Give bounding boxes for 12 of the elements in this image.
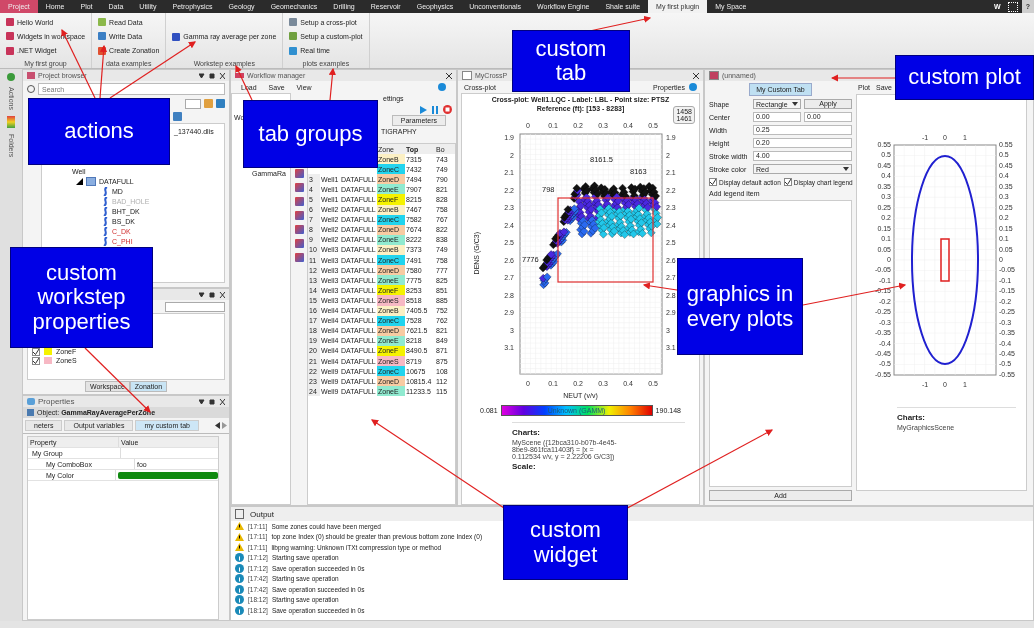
panel-title: Properties — [38, 397, 75, 406]
callout-tooltip: tab groups — [243, 100, 378, 168]
legend-heading: Scale: — [512, 462, 537, 471]
callout-tooltip: graphics in every plots — [677, 258, 803, 355]
legend-heading: Charts: — [512, 428, 541, 437]
legend-heading: Charts: — [897, 413, 926, 422]
callout-tooltip: custom widget — [503, 505, 628, 580]
callout-tooltip: custom workstep properties — [10, 247, 153, 348]
callout-tooltip: custom plot — [895, 55, 1034, 100]
panel-title: Output — [250, 509, 274, 519]
callout-tooltip: actions — [28, 98, 170, 165]
callout-tooltip: custom tab — [512, 30, 630, 92]
